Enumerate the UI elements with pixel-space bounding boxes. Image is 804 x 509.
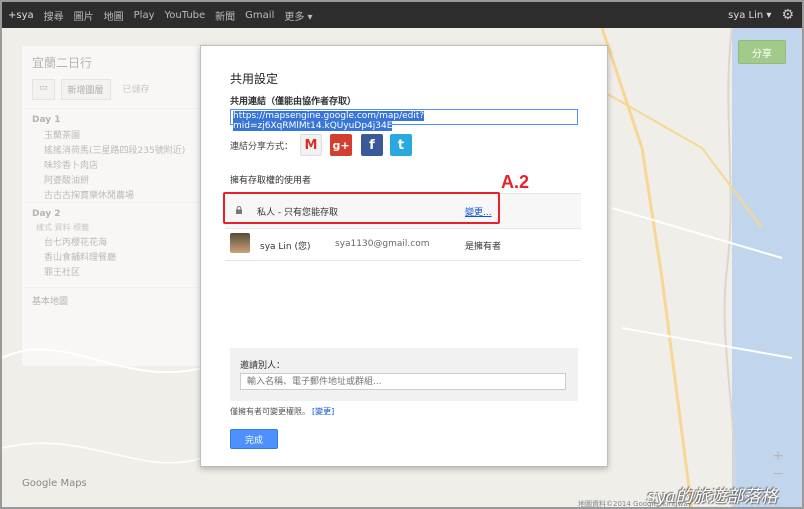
gbar-link-more[interactable]: 更多 ▾ bbox=[284, 8, 312, 23]
share-settings-dialog: 共用設定 共用連結（僅能由協作者存取） https://mapsengine.g… bbox=[200, 45, 608, 467]
share-link-field[interactable]: https://mapsengine.google.com/map/edit?m… bbox=[230, 109, 578, 131]
user-menu[interactable]: sya Lin ▾ bbox=[728, 10, 771, 21]
avatar bbox=[230, 233, 250, 253]
gbar-link-plus[interactable]: +sya bbox=[8, 10, 34, 21]
access-label: 擁有存取權的使用者 bbox=[230, 176, 312, 186]
share-via-label: 連結分享方式： bbox=[230, 142, 294, 152]
owner-row: sya Lin (您) sya1130@gmail.com 是擁有者 bbox=[225, 229, 581, 261]
invite-input[interactable] bbox=[240, 373, 566, 390]
share-link-value[interactable]: https://mapsengine.google.com/map/edit?m… bbox=[233, 111, 425, 131]
owner-note: 僅擁有者可變更權限。 [變更] bbox=[230, 406, 334, 417]
gbar-link-search[interactable]: 搜尋 bbox=[44, 8, 64, 23]
done-button[interactable]: 完成 bbox=[230, 429, 278, 449]
gbar-link-images[interactable]: 圖片 bbox=[74, 8, 94, 23]
gbar-link-maps[interactable]: 地圖 bbox=[104, 8, 124, 23]
gbar-link-news[interactable]: 新聞 bbox=[215, 8, 235, 23]
gmail-icon[interactable]: M bbox=[300, 134, 322, 156]
annotation-label: A.2 bbox=[501, 172, 530, 192]
gbar-link-youtube[interactable]: YouTube bbox=[165, 10, 206, 21]
user-name: sya Lin (您) bbox=[260, 242, 311, 252]
twitter-icon[interactable]: t bbox=[390, 134, 412, 156]
user-role: 是擁有者 bbox=[465, 242, 502, 252]
invite-label: 邀請別人： bbox=[240, 361, 286, 371]
gbar-link-play[interactable]: Play bbox=[134, 10, 155, 21]
invite-section: 邀請別人： bbox=[230, 348, 578, 401]
google-maps-logo: Google Maps bbox=[22, 478, 87, 489]
share-link-label: 共用連結（僅能由協作者存取） bbox=[230, 97, 357, 107]
user-email: sya1130@gmail.com bbox=[335, 239, 430, 249]
annotation-box bbox=[223, 192, 500, 224]
owner-note-change-link[interactable]: [變更] bbox=[312, 407, 334, 416]
google-bar: +sya 搜尋 圖片 地圖 Play YouTube 新聞 Gmail 更多 ▾… bbox=[2, 2, 802, 28]
facebook-icon[interactable]: f bbox=[361, 134, 383, 156]
gbar-right: sya Lin ▾ ⚙ bbox=[728, 2, 794, 28]
blog-watermark: sya的旅遊部落格 bbox=[647, 487, 778, 507]
gear-icon[interactable]: ⚙ bbox=[781, 7, 794, 23]
dialog-title: 共用設定 bbox=[230, 72, 279, 86]
gbar-link-gmail[interactable]: Gmail bbox=[245, 10, 274, 21]
google-plus-icon[interactable]: g+ bbox=[330, 134, 352, 156]
owner-note-text: 僅擁有者可變更權限。 bbox=[230, 407, 310, 416]
screenshot-frame: +sya 搜尋 圖片 地圖 Play YouTube 新聞 Gmail 更多 ▾… bbox=[0, 0, 804, 509]
